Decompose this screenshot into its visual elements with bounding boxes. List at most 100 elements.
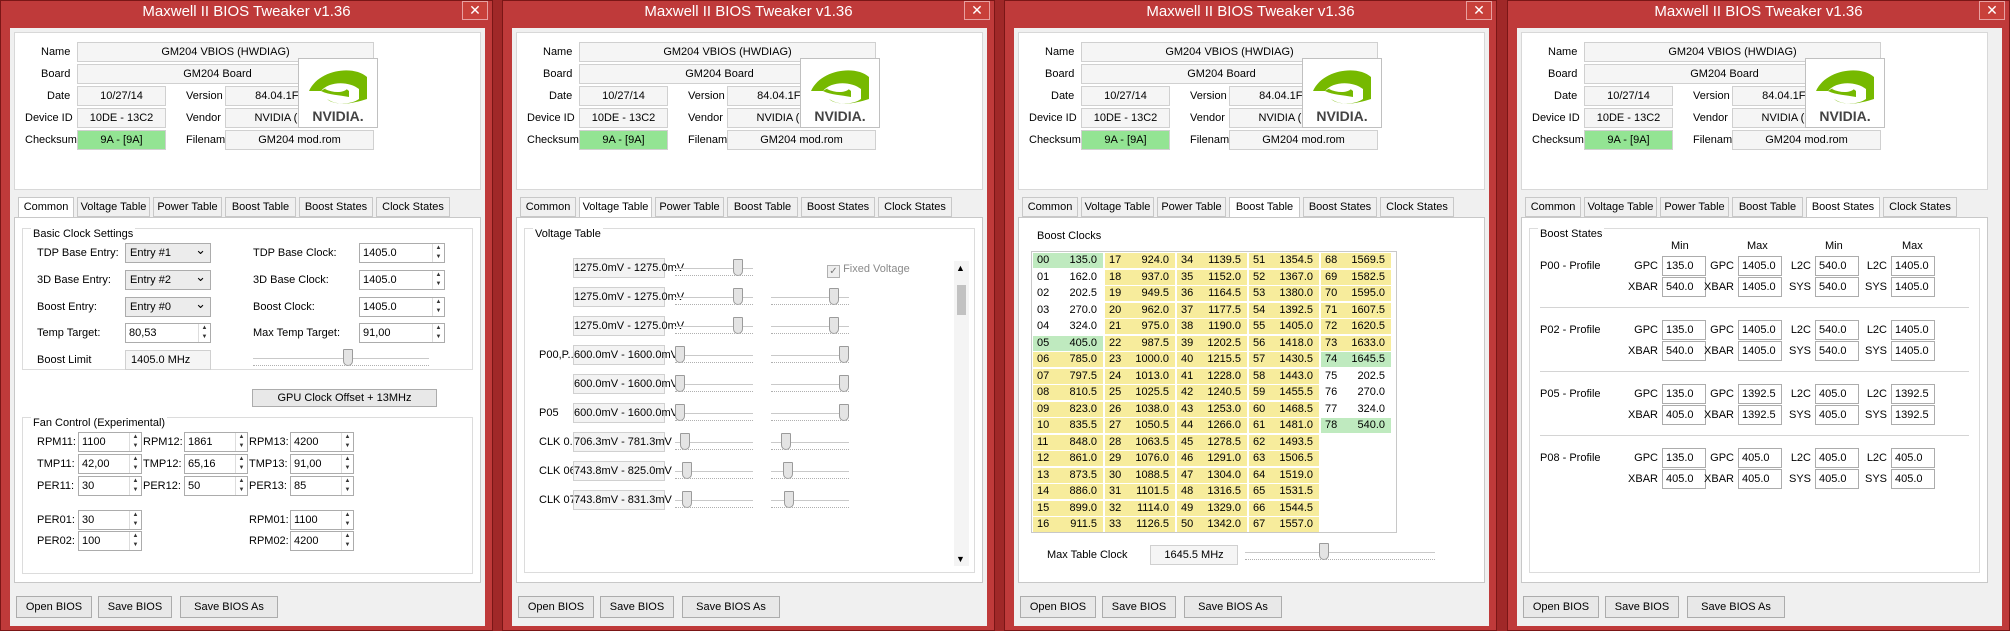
- xbar-max-field[interactable]: 1405.0: [1738, 341, 1782, 361]
- slider-thumb[interactable]: [680, 433, 690, 450]
- date-field[interactable]: 10/27/14: [77, 86, 166, 106]
- boost-entry-clock[interactable]: 1582.5: [1343, 269, 1391, 285]
- tab-boost-states[interactable]: Boost States: [801, 197, 875, 217]
- boost-entry-clock[interactable]: 202.5: [1343, 368, 1391, 384]
- slider-thumb[interactable]: [839, 375, 849, 392]
- voltage-range-field[interactable]: 600.0mV - 1600.0mV: [573, 374, 678, 394]
- gpc-max-field[interactable]: 1405.0: [1738, 320, 1782, 340]
- boost-entry-clock[interactable]: 1342.0: [1199, 517, 1247, 532]
- voltage-min-slider[interactable]: [675, 433, 753, 450]
- boost-entry-clock[interactable]: 949.5: [1127, 286, 1175, 301]
- voltage-range-field[interactable]: 743.8mV - 831.3mV: [573, 490, 672, 510]
- boost-entry-clock[interactable]: 797.5: [1055, 368, 1103, 384]
- boost-entry-clock[interactable]: 1013.0: [1127, 368, 1175, 384]
- voltage-range-field[interactable]: 706.3mV - 781.3mV: [573, 432, 672, 452]
- filename-field[interactable]: GM204 mod.rom: [1732, 130, 1881, 150]
- boost-entry-clock[interactable]: 1190.0: [1199, 319, 1247, 334]
- open-bios-button[interactable]: Open BIOS: [1523, 596, 1599, 618]
- date-field[interactable]: 10/27/14: [1584, 86, 1673, 106]
- boost-entry-clock[interactable]: 937.0: [1127, 269, 1175, 285]
- temp-target-spinner[interactable]: 80,53 ▲ ▼: [125, 323, 211, 343]
- boost-entry-clock[interactable]: 1557.0: [1271, 517, 1319, 532]
- voltage-range-field[interactable]: 600.0mV - 1600.0mV: [573, 403, 678, 423]
- tmp11-spinner[interactable]: 42,00 ▲ ▼: [78, 454, 142, 474]
- tab-clock-states[interactable]: Clock States: [1883, 197, 1957, 217]
- slider-thumb[interactable]: [733, 317, 743, 334]
- tab-common[interactable]: Common: [520, 197, 576, 217]
- l2c-max-field[interactable]: 1405.0: [1891, 320, 1935, 340]
- tab-boost-table[interactable]: Boost Table: [727, 197, 798, 217]
- boost-clock-grid[interactable]: 00 135.0 01 162.0 02 202.5 03 270.0 04 324.0 05 405…: [1031, 251, 1397, 533]
- boost-entry-clock[interactable]: 1152.0: [1199, 269, 1247, 285]
- boost-entry-clock[interactable]: 1405.0: [1271, 319, 1319, 334]
- tab-voltage-table[interactable]: Voltage Table: [1081, 197, 1154, 217]
- rpm13-spinner[interactable]: 4200 ▲ ▼: [290, 432, 354, 452]
- boost-entry-clock[interactable]: 1455.5: [1271, 385, 1319, 400]
- l2c-max-field[interactable]: 1392.5: [1891, 384, 1935, 404]
- boost-entry-clock[interactable]: 886.0: [1055, 484, 1103, 499]
- tab-boost-states[interactable]: Boost States: [1303, 197, 1377, 217]
- boost-entry-clock[interactable]: 324.0: [1343, 401, 1391, 417]
- device-id-field[interactable]: 10DE - 13C2: [1081, 108, 1170, 128]
- tmp12-spinner[interactable]: 65,16 ▲ ▼: [184, 454, 248, 474]
- boost-entry-clock[interactable]: 1215.5: [1199, 352, 1247, 367]
- tdp-clock-spinner[interactable]: 1405.0 ▲ ▼: [359, 243, 445, 263]
- boost-entry-clock[interactable]: 1354.5: [1271, 253, 1319, 268]
- voltage-min-slider[interactable]: [675, 317, 753, 334]
- fixed-voltage-checkbox[interactable]: ✓ Fixed Voltage: [827, 263, 910, 278]
- slider-thumb[interactable]: [784, 491, 794, 508]
- boost-entry-clock[interactable]: 1569.5: [1343, 253, 1391, 268]
- voltage-min-slider[interactable]: [675, 288, 753, 305]
- save-bios-button[interactable]: Save BIOS: [98, 596, 172, 618]
- boost-entry-clock[interactable]: 1506.5: [1271, 451, 1319, 466]
- voltage-min-slider[interactable]: [675, 375, 753, 392]
- voltage-max-slider[interactable]: [771, 433, 849, 450]
- boost-entry-clock[interactable]: 975.0: [1127, 319, 1175, 334]
- voltage-max-slider[interactable]: [771, 346, 849, 363]
- tdp-entry-select[interactable]: Entry #1: [125, 241, 211, 263]
- slider-thumb[interactable]: [783, 462, 793, 479]
- slider-thumb[interactable]: [675, 346, 685, 363]
- boost-entry-clock[interactable]: 1620.5: [1343, 319, 1391, 334]
- boost-entry-clock[interactable]: 1519.0: [1271, 467, 1319, 483]
- per12-spinner[interactable]: 50 ▲ ▼: [184, 476, 248, 496]
- boost-entry-clock[interactable]: 1291.0: [1199, 451, 1247, 466]
- filename-field[interactable]: GM204 mod.rom: [1229, 130, 1378, 150]
- boost-entry-clock[interactable]: 1329.0: [1199, 500, 1247, 516]
- voltage-range-field[interactable]: 1275.0mV - 1275.0mV: [573, 287, 684, 307]
- boost-entry-clock[interactable]: 1101.5: [1127, 484, 1175, 499]
- boost-entry-clock[interactable]: 1544.5: [1271, 500, 1319, 516]
- rpm01-spinner[interactable]: 1100 ▲ ▼: [290, 510, 354, 530]
- slider-thumb[interactable]: [675, 404, 685, 421]
- save-bios-button[interactable]: Save BIOS: [600, 596, 674, 618]
- tab-common[interactable]: Common: [1525, 197, 1581, 217]
- boost-entry-clock[interactable]: 1418.0: [1271, 335, 1319, 351]
- slider-thumb[interactable]: [829, 317, 839, 334]
- boost-entry-clock[interactable]: 1164.5: [1199, 286, 1247, 301]
- tmp13-spinner[interactable]: 91,00 ▲ ▼: [290, 454, 354, 474]
- boost-entry-clock[interactable]: 848.0: [1055, 434, 1103, 450]
- tab-boost-table[interactable]: Boost Table: [1229, 197, 1300, 218]
- filename-field[interactable]: GM204 mod.rom: [727, 130, 876, 150]
- slider-thumb[interactable]: [682, 491, 692, 508]
- rpm12-spinner[interactable]: 1861 ▲ ▼: [184, 432, 248, 452]
- boost-entry-clock[interactable]: 785.0: [1055, 352, 1103, 367]
- voltage-max-slider[interactable]: [771, 404, 849, 421]
- boost-entry-clock[interactable]: 540.0: [1343, 418, 1391, 433]
- per02-spinner[interactable]: 100 ▲ ▼: [78, 531, 142, 551]
- boost-entry-select[interactable]: Entry #0: [125, 295, 211, 317]
- boost-entry-clock[interactable]: 1202.5: [1199, 335, 1247, 351]
- voltage-min-slider[interactable]: [675, 491, 753, 508]
- filename-field[interactable]: GM204 mod.rom: [225, 130, 374, 150]
- gpu-offset-button[interactable]: GPU Clock Offset + 13MHz: [252, 389, 437, 407]
- voltage-min-slider[interactable]: [675, 404, 753, 421]
- per11-spinner[interactable]: 30 ▲ ▼: [78, 476, 142, 496]
- max-clock-slider[interactable]: [1245, 543, 1435, 560]
- 3d-clock-spinner[interactable]: 1405.0 ▲ ▼: [359, 270, 445, 290]
- voltage-max-slider[interactable]: [771, 462, 849, 479]
- boost-entry-clock[interactable]: 1177.5: [1199, 302, 1247, 318]
- checksum-field[interactable]: 9A - [9A]: [1584, 130, 1673, 150]
- device-id-field[interactable]: 10DE - 13C2: [77, 108, 166, 128]
- boost-entry-clock[interactable]: 1240.5: [1199, 385, 1247, 400]
- open-bios-button[interactable]: Open BIOS: [16, 596, 92, 618]
